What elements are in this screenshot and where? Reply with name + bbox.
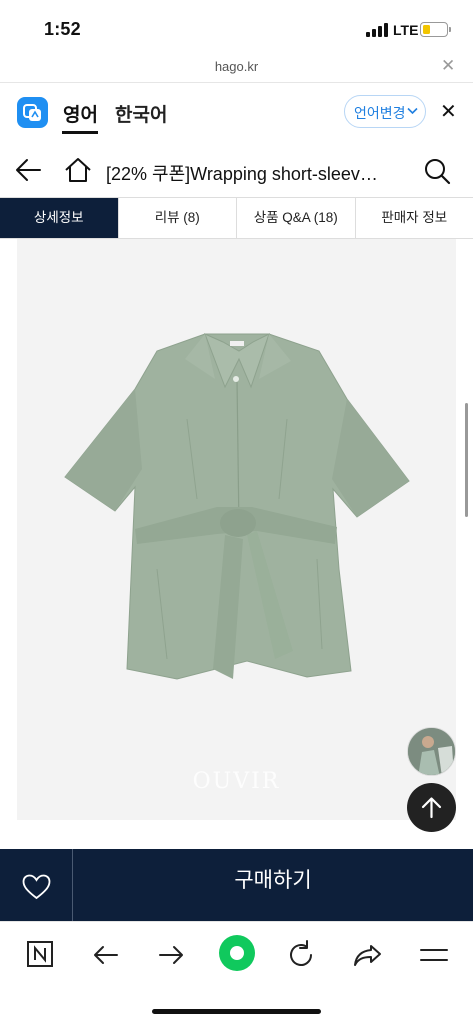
status-bar: 1:52 LTE bbox=[0, 0, 473, 56]
url-text: hago.kr bbox=[214, 59, 259, 74]
translate-close-button[interactable]: ✕ bbox=[440, 99, 457, 124]
tab-qna[interactable]: 상품 Q&A (18) bbox=[237, 198, 356, 238]
search-icon[interactable] bbox=[423, 157, 451, 185]
green-dot-icon[interactable] bbox=[219, 935, 255, 971]
translate-app-icon bbox=[17, 97, 48, 128]
signal-icon bbox=[366, 23, 388, 37]
network-label: LTE bbox=[393, 22, 419, 38]
menu-icon[interactable] bbox=[417, 938, 451, 972]
refresh-icon[interactable] bbox=[285, 938, 319, 972]
shirt-image bbox=[64, 333, 410, 680]
page-title: [22% 쿠폰]Wrapping short-sleeved shirt bbox=[106, 164, 382, 184]
arrow-up-icon bbox=[421, 797, 442, 819]
buy-button[interactable]: 구매하기 bbox=[73, 849, 473, 921]
translate-bar: 영어 한국어 언어변경 ✕ bbox=[0, 83, 473, 143]
scrollbar[interactable] bbox=[465, 403, 468, 517]
tab-reviews[interactable]: 리뷰 (8) bbox=[118, 198, 237, 238]
recent-item-thumbnail[interactable] bbox=[407, 727, 456, 776]
battery-icon bbox=[420, 22, 448, 37]
share-icon[interactable] bbox=[351, 938, 385, 972]
status-time: 1:52 bbox=[44, 19, 81, 39]
brand-watermark: OUVIR bbox=[192, 769, 281, 794]
language-english-tab[interactable]: 영어 bbox=[63, 100, 98, 127]
language-korean-tab[interactable]: 한국어 bbox=[115, 100, 167, 127]
forward-arrow-icon[interactable] bbox=[155, 938, 189, 972]
active-language-underline bbox=[62, 131, 98, 134]
chevron-down-icon bbox=[407, 107, 418, 115]
url-close-button[interactable]: ✕ bbox=[441, 56, 455, 76]
back-arrow-icon[interactable] bbox=[90, 938, 124, 972]
change-language-label: 언어변경 bbox=[354, 105, 406, 121]
change-language-button[interactable]: 언어변경 bbox=[344, 95, 426, 128]
home-indicator bbox=[152, 1009, 321, 1014]
browser-toolbar bbox=[0, 921, 473, 1024]
detail-tabs: 상세정보 리뷰 (8) 상품 Q&A (18) 판매자 정보 bbox=[0, 197, 473, 239]
purchase-bar: 구매하기 bbox=[0, 849, 473, 921]
product-image: OUVIR bbox=[17, 239, 456, 820]
back-arrow-icon[interactable] bbox=[15, 157, 43, 183]
wishlist-button[interactable] bbox=[0, 849, 73, 921]
tab-details[interactable]: 상세정보 bbox=[0, 198, 119, 238]
tab-seller-info[interactable]: 판매자 정보 bbox=[355, 198, 473, 238]
url-bar: hago.kr ✕ bbox=[0, 56, 473, 82]
home-icon[interactable] bbox=[64, 156, 92, 184]
naver-n-icon[interactable] bbox=[24, 938, 58, 972]
page-header: [22% 쿠폰]Wrapping short-sleeved shirt bbox=[0, 143, 473, 197]
heart-icon bbox=[22, 874, 51, 900]
scroll-to-top-button[interactable] bbox=[407, 783, 456, 832]
